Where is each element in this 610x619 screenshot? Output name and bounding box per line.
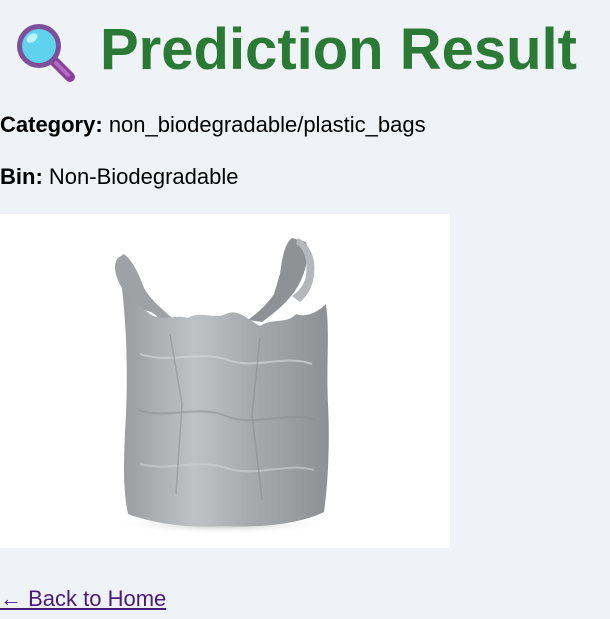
plastic-bag-image [0, 214, 450, 548]
magnifying-glass-icon [8, 15, 80, 87]
bin-row: Bin: Non-Biodegradable [0, 166, 238, 188]
bin-label: Bin: [0, 164, 43, 189]
category-label: Category: [0, 112, 103, 137]
page-title: Prediction Result [100, 17, 577, 82]
category-row: Category: non_biodegradable/plastic_bags [0, 114, 426, 136]
back-to-home-link[interactable]: ← Back to Home [0, 588, 166, 610]
title-row: Prediction Result [0, 0, 610, 100]
category-value: non_biodegradable/plastic_bags [108, 112, 426, 137]
bin-value: Non-Biodegradable [48, 164, 239, 189]
